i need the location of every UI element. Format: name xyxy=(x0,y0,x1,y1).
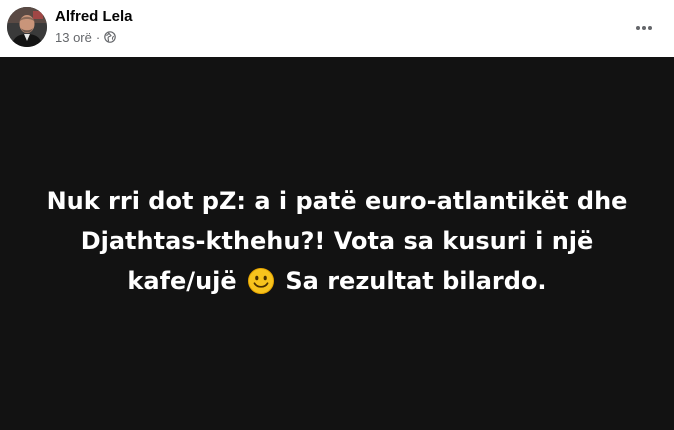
post-text-line: kafe/ujë Sa rezultat bilardo. xyxy=(17,261,657,301)
post-text-line: Djathtas-kthehu?! Vota sa kusuri i një xyxy=(80,226,594,255)
post-background: Nuk rri dot pZ: a i patë euro-atlantikët… xyxy=(0,57,674,430)
avatar-image xyxy=(7,7,47,47)
facebook-post: Alfred Lela 13 orë · Nuk rri dot pZ: a i… xyxy=(0,0,674,430)
post-meta: 13 orë · xyxy=(55,29,117,45)
avatar[interactable] xyxy=(7,7,47,47)
globe-icon[interactable] xyxy=(104,31,117,43)
more-options-icon xyxy=(636,26,652,30)
post-header: Alfred Lela 13 orë · xyxy=(0,0,674,57)
meta-separator: · xyxy=(95,29,101,45)
post-text-segment: kafe/ujë xyxy=(127,266,237,295)
slightly-smiling-face-emoji xyxy=(247,267,275,295)
post-timestamp[interactable]: 13 orë xyxy=(55,30,92,45)
more-options-button[interactable] xyxy=(626,10,662,46)
author-name[interactable]: Alfred Lela xyxy=(55,8,133,25)
post-text-segment: Sa rezultat bilardo. xyxy=(285,266,547,295)
post-text-line: Nuk rri dot pZ: a i patë euro-atlantikët… xyxy=(46,186,628,215)
post-text: Nuk rri dot pZ: a i patë euro-atlantikët… xyxy=(17,181,657,301)
